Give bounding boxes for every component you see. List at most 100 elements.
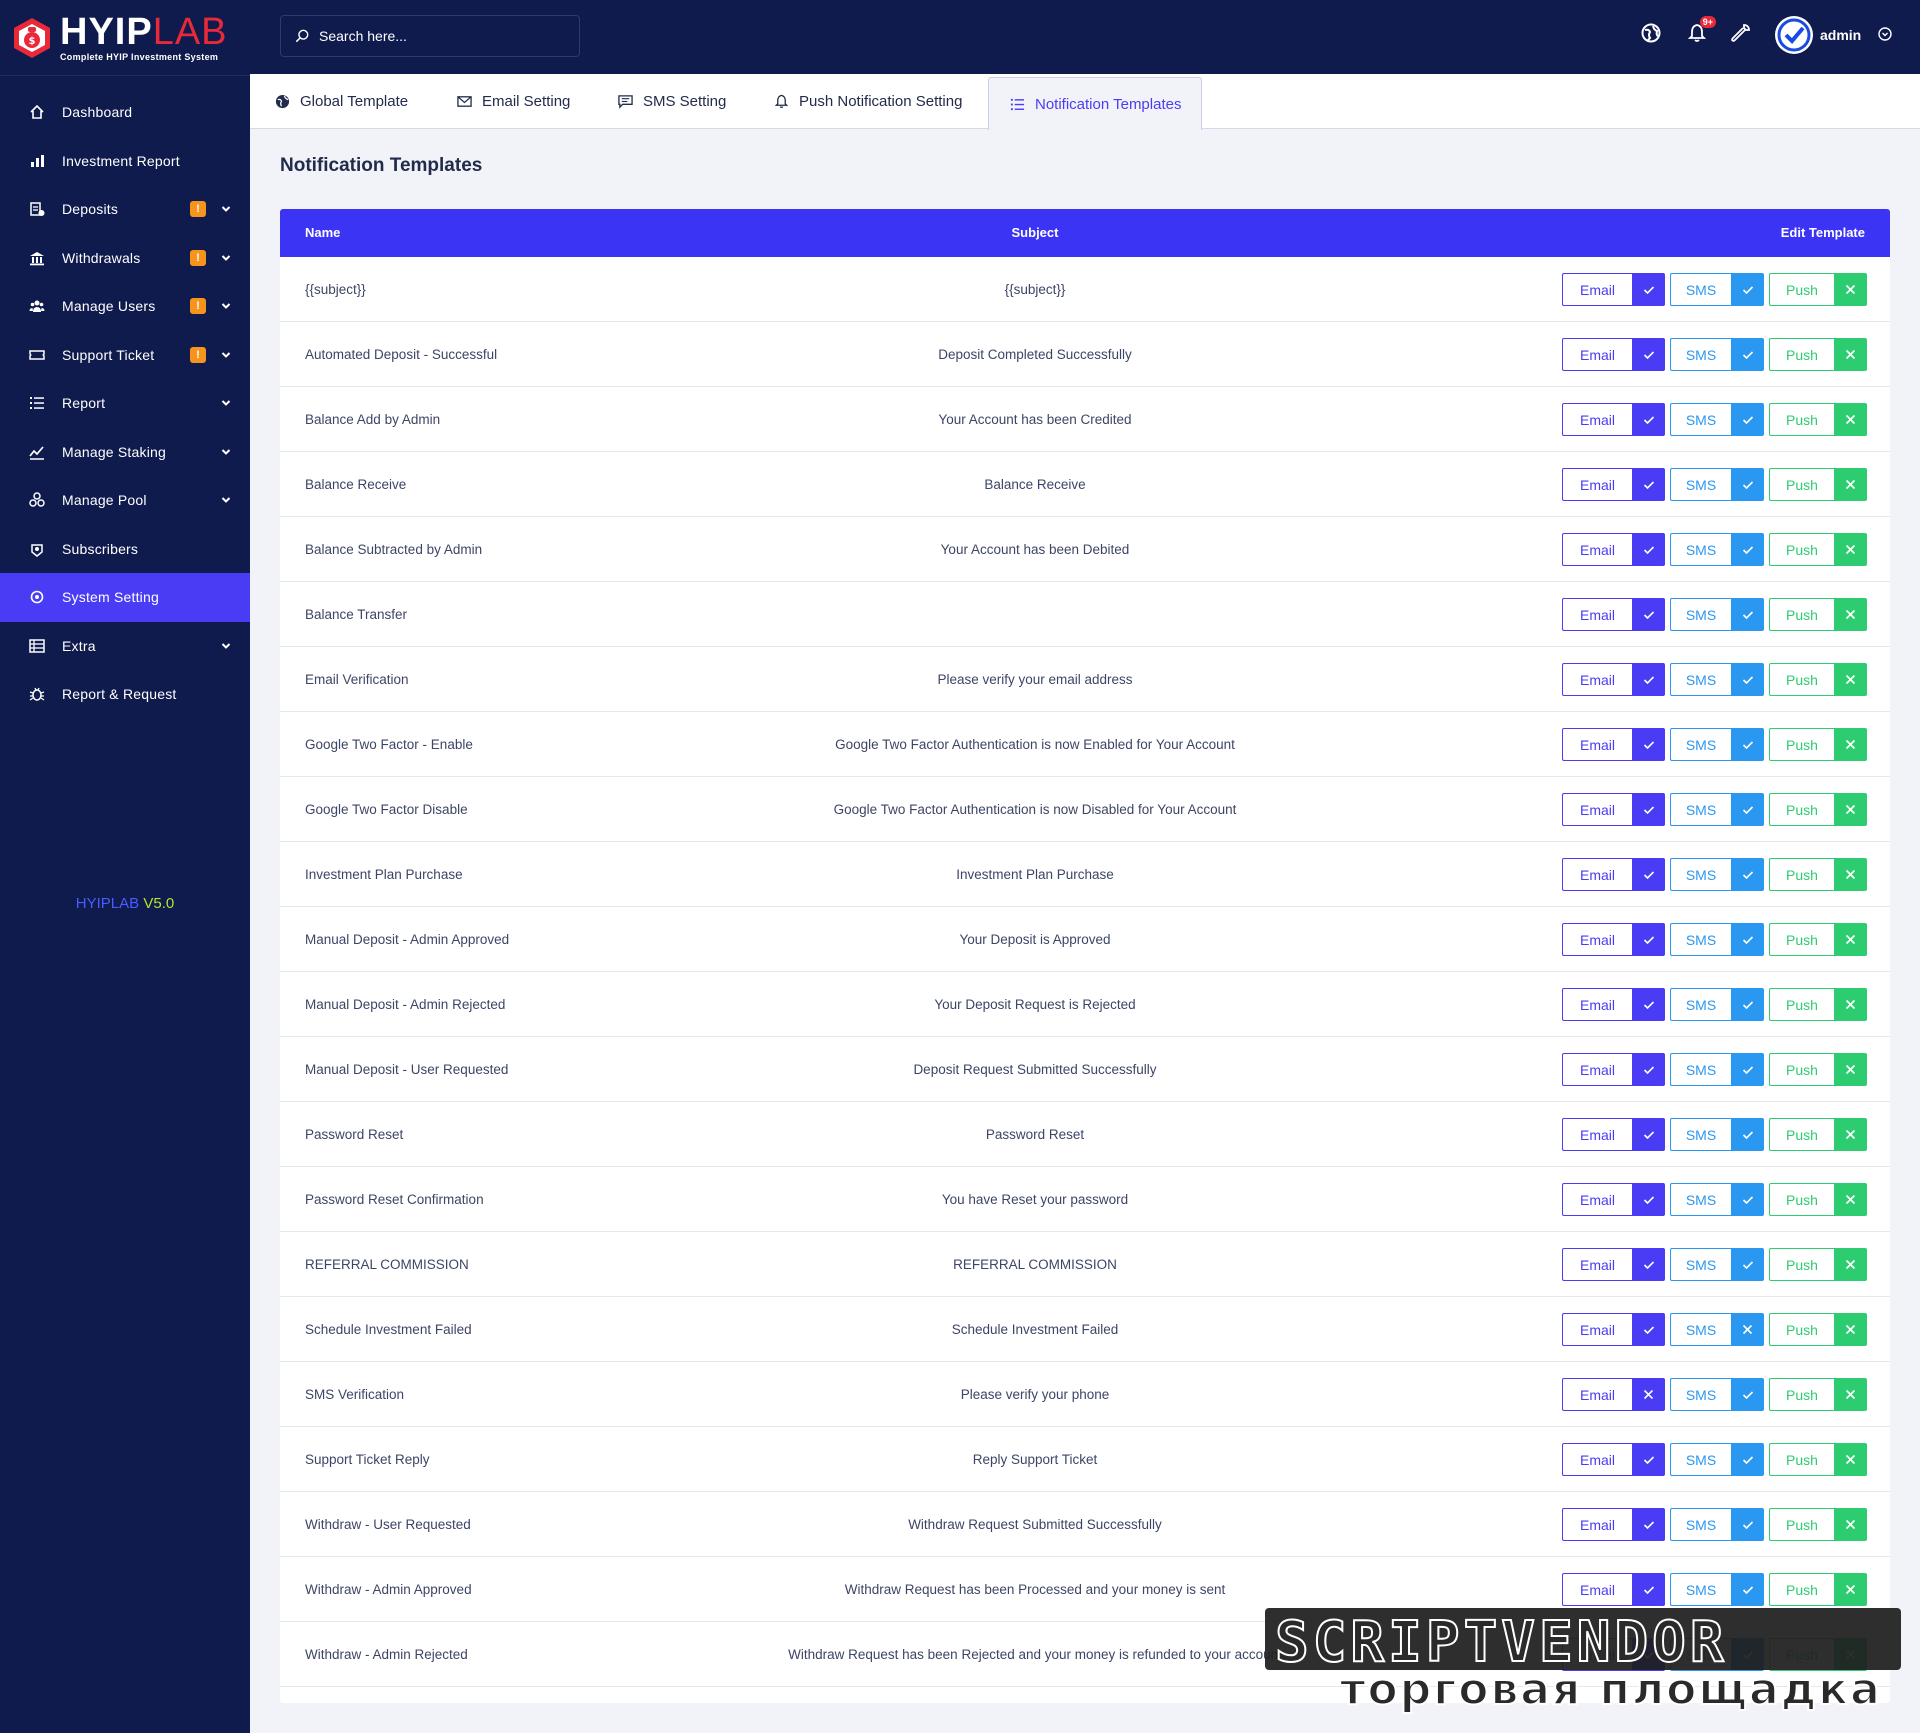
x-icon[interactable] [1834,468,1867,501]
edit-push-template-button[interactable]: Push [1769,1053,1834,1086]
check-icon[interactable] [1632,1638,1665,1671]
check-icon[interactable] [1731,273,1764,306]
sidebar-item-system-setting[interactable]: System Setting [0,573,250,622]
edit-email-template-button[interactable]: Email [1562,1118,1632,1151]
table-row[interactable]: Manual Deposit - User Requested Deposit R… [280,1037,1890,1102]
x-icon[interactable] [1834,988,1867,1021]
edit-sms-template-button[interactable]: SMS [1670,1118,1731,1151]
tab-email-setting[interactable]: Email Setting [456,74,570,129]
edit-push-template-button[interactable]: Push [1769,468,1834,501]
table-row[interactable]: Automated Deposit - Successful Deposit Co… [280,322,1890,387]
x-icon[interactable] [1834,1573,1867,1606]
table-row[interactable]: Google Two Factor Disable Google Two Fact… [280,777,1890,842]
x-icon[interactable] [1834,663,1867,696]
check-icon[interactable] [1731,923,1764,956]
table-row[interactable]: REFERRAL COMMISSION REFERRAL COMMISSION Em… [280,1232,1890,1297]
table-row[interactable]: Withdraw - User Requested Withdraw Reques… [280,1492,1890,1557]
x-icon[interactable] [1834,1118,1867,1151]
edit-push-template-button[interactable]: Push [1769,1508,1834,1541]
tab-global-template[interactable]: Global Template [274,74,408,129]
check-icon[interactable] [1731,533,1764,566]
edit-email-template-button[interactable]: Email [1562,1573,1632,1606]
edit-sms-template-button[interactable]: SMS [1670,923,1731,956]
check-icon[interactable] [1632,1443,1665,1476]
check-icon[interactable] [1632,1508,1665,1541]
edit-sms-template-button[interactable]: SMS [1670,1573,1731,1606]
sidebar-item-support-ticket[interactable]: Support Ticket! [0,331,250,380]
check-icon[interactable] [1731,663,1764,696]
x-icon[interactable] [1834,1443,1867,1476]
check-icon[interactable] [1731,728,1764,761]
x-icon[interactable] [1834,1638,1867,1671]
edit-sms-template-button[interactable]: SMS [1670,1378,1731,1411]
check-icon[interactable] [1731,1118,1764,1151]
table-row[interactable]: Manual Deposit - Admin Rejected Your Depo… [280,972,1890,1037]
edit-email-template-button[interactable]: Email [1562,988,1632,1021]
table-row[interactable]: Balance Subtracted by Admin Your Account … [280,517,1890,582]
x-icon[interactable] [1834,403,1867,436]
table-row[interactable]: Google Two Factor - Enable Google Two Fac… [280,712,1890,777]
edit-push-template-button[interactable]: Push [1769,1573,1834,1606]
edit-sms-template-button[interactable]: SMS [1670,663,1731,696]
check-icon[interactable] [1632,403,1665,436]
check-icon[interactable] [1731,858,1764,891]
check-icon[interactable] [1632,988,1665,1021]
edit-email-template-button[interactable]: Email [1562,858,1632,891]
edit-sms-template-button[interactable]: SMS [1670,1313,1731,1346]
edit-email-template-button[interactable]: Email [1562,1248,1632,1281]
edit-push-template-button[interactable]: Push [1769,1183,1834,1216]
x-icon[interactable] [1834,1378,1867,1411]
edit-email-template-button[interactable]: Email [1562,468,1632,501]
edit-push-template-button[interactable]: Push [1769,1443,1834,1476]
edit-push-template-button[interactable]: Push [1769,923,1834,956]
table-row[interactable]: Withdraw - Admin Approved Withdraw Reques… [280,1557,1890,1622]
edit-sms-template-button[interactable]: SMS [1670,598,1731,631]
wrench-icon[interactable] [1730,22,1752,44]
check-icon[interactable] [1632,533,1665,566]
edit-email-template-button[interactable]: Email [1562,923,1632,956]
check-icon[interactable] [1731,1508,1764,1541]
check-icon[interactable] [1731,1573,1764,1606]
sidebar-item-withdrawals[interactable]: Withdrawals! [0,234,250,283]
edit-push-template-button[interactable]: Push [1769,728,1834,761]
edit-email-template-button[interactable]: Email [1562,1443,1632,1476]
x-icon[interactable] [1834,533,1867,566]
check-icon[interactable] [1632,1053,1665,1086]
sidebar-item-manage-staking[interactable]: Manage Staking [0,428,250,477]
edit-push-template-button[interactable]: Push [1769,533,1834,566]
sidebar-item-dashboard[interactable]: Dashboard [0,88,250,137]
edit-email-template-button[interactable]: Email [1562,793,1632,826]
edit-email-template-button[interactable]: Email [1562,533,1632,566]
table-row[interactable]: Balance Add by Admin Your Account has bee… [280,387,1890,452]
edit-email-template-button[interactable]: Email [1562,1053,1632,1086]
edit-sms-template-button[interactable]: SMS [1670,1508,1731,1541]
table-row[interactable]: Investment Plan Purchase Investment Plan … [280,842,1890,907]
check-icon[interactable] [1731,403,1764,436]
x-icon[interactable] [1834,793,1867,826]
check-icon[interactable] [1731,793,1764,826]
admin-name[interactable]: admin [1820,27,1861,43]
table-row[interactable]: Schedule Investment Failed Schedule Inves… [280,1297,1890,1362]
edit-push-template-button[interactable]: Push [1769,1378,1834,1411]
sidebar-item-manage-users[interactable]: Manage Users! [0,282,250,331]
edit-email-template-button[interactable]: Email [1562,728,1632,761]
sidebar-item-report-request[interactable]: Report & Request [0,670,250,719]
edit-email-template-button[interactable]: Email [1562,273,1632,306]
edit-sms-template-button[interactable]: SMS [1670,273,1731,306]
brand-logo[interactable]: $ HYIPLAB Complete HYIP Investment Syste… [0,0,250,76]
table-row[interactable]: Balance Receive Balance Receive Email SMS Pu… [280,452,1890,517]
edit-sms-template-button[interactable]: SMS [1670,468,1731,501]
sidebar-item-manage-pool[interactable]: Manage Pool [0,476,250,525]
edit-email-template-button[interactable]: Email [1562,1508,1632,1541]
table-row[interactable]: Password Reset Password Reset Email SMS Push [280,1102,1890,1167]
edit-email-template-button[interactable]: Email [1562,1638,1632,1671]
edit-email-template-button[interactable]: Email [1562,403,1632,436]
edit-sms-template-button[interactable]: SMS [1670,533,1731,566]
x-icon[interactable] [1834,858,1867,891]
check-icon[interactable] [1632,598,1665,631]
sidebar-item-deposits[interactable]: Deposits! [0,185,250,234]
x-icon[interactable] [1834,1183,1867,1216]
edit-email-template-button[interactable]: Email [1562,1313,1632,1346]
check-icon[interactable] [1632,338,1665,371]
table-row[interactable]: Balance Transfer Email SMS Push [280,582,1890,647]
